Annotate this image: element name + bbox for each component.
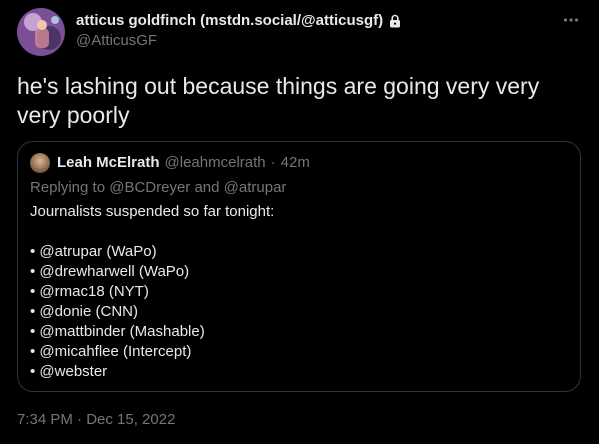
replying-to-conjunction: and [194,179,220,196]
lock-icon [388,14,402,28]
more-horizontal-icon[interactable] [561,10,581,30]
replying-to-prefix: Replying to [30,179,106,196]
quoted-intro: Journalists suspended so far tonight: [30,203,275,220]
list-item: • @mattbinder (Mashable) [30,323,205,340]
quoted-tweet-body: Journalists suspended so far tonight: • … [30,202,274,382]
list-item: • @atrupar (WaPo) [30,243,157,260]
list-item: • @rmac18 (NYT) [30,283,149,300]
list-item: • @micahflee (Intercept) [30,343,192,360]
author-name-row[interactable]: atticus goldfinch (mstdn.social/@atticus… [76,11,559,31]
quoted-tweet-header: Leah McElrath @leahmcelrath · 42m [30,153,310,173]
list-item: • @donie (CNN) [30,303,139,320]
quoted-separator: · [270,154,276,171]
quoted-relative-time: 42m [280,154,310,171]
replying-to-user-1: @BCDreyer [109,179,191,196]
author-avatar[interactable] [17,8,65,56]
tweet-timestamp[interactable]: 7:34 PM · Dec 15, 2022 [17,410,175,430]
list-item: • @webster [30,363,108,380]
replying-to-line: Replying to @BCDreyer and @atrupar [30,178,286,198]
quoted-tweet-card[interactable]: Leah McElrath @leahmcelrath · 42m Replyi… [17,141,581,392]
replying-to-user-2: @atrupar [223,179,287,196]
quoted-author-handle: @leahmcelrath [164,154,266,171]
tweet-text: he's lashing out because things are goin… [17,73,540,128]
avatar-image [17,8,65,56]
tweet-detail: atticus goldfinch (mstdn.social/@atticus… [0,0,599,444]
list-item: • @drewharwell (WaPo) [30,263,190,280]
author-block: atticus goldfinch (mstdn.social/@atticus… [76,11,559,51]
quoted-author-name: Leah McElrath [57,154,160,171]
author-handle[interactable]: @AtticusGF [76,31,559,51]
author-display-name[interactable]: atticus goldfinch (mstdn.social/@atticus… [76,11,383,31]
quoted-author-avatar [30,153,50,173]
